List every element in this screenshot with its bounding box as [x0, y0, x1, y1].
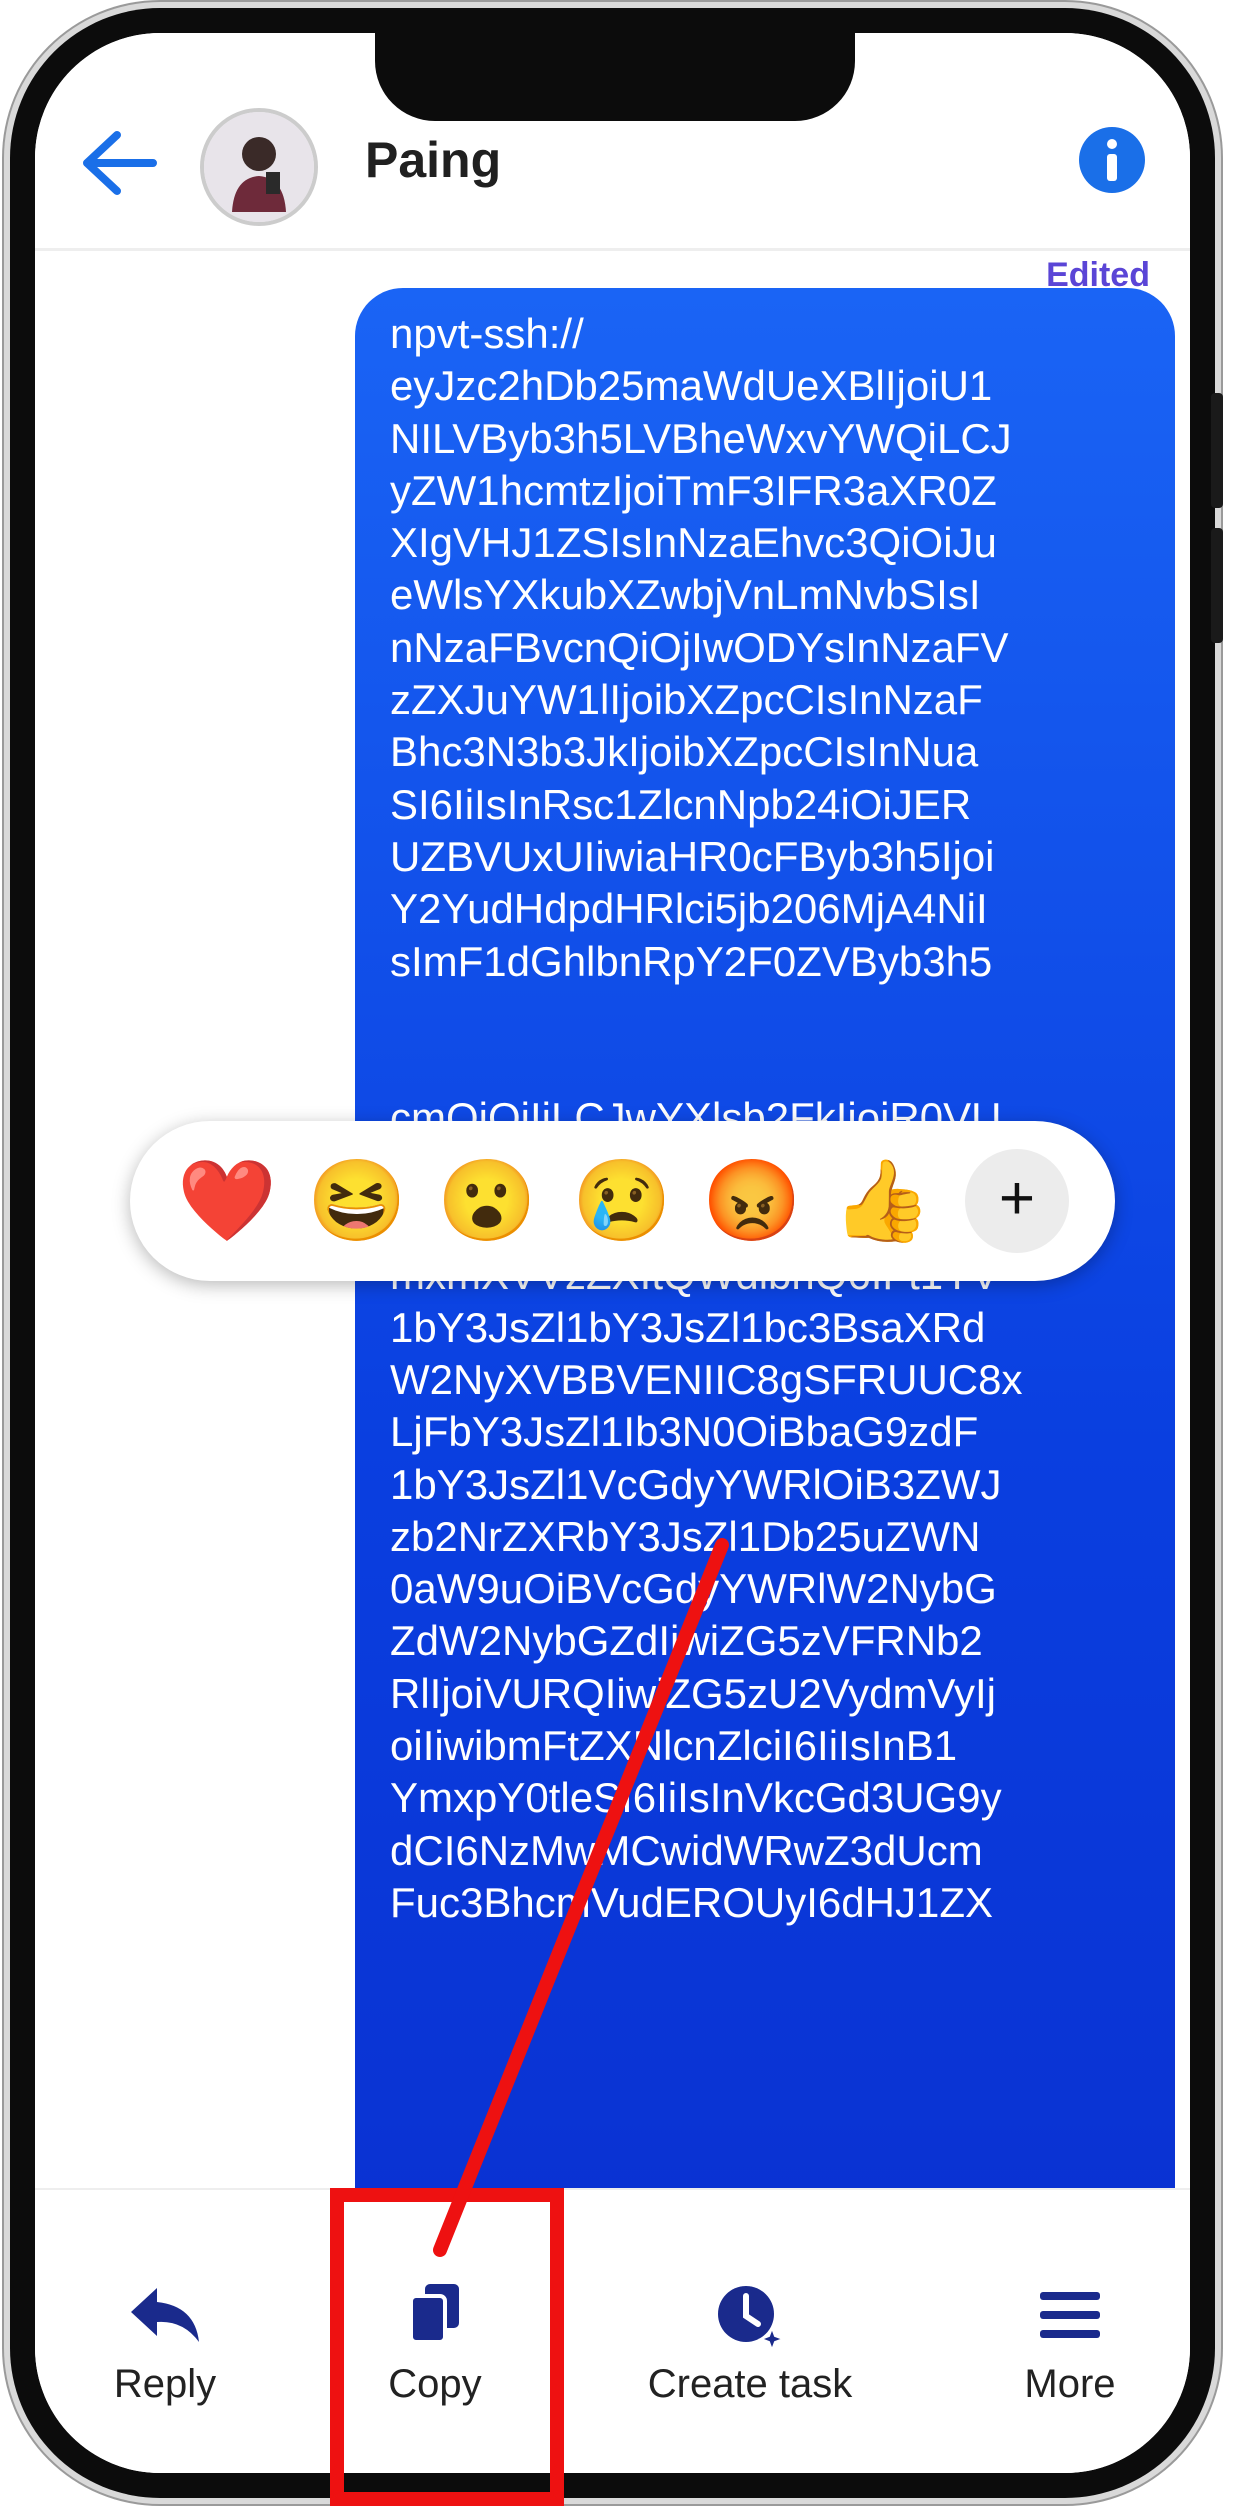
back-arrow-icon[interactable] — [75, 123, 165, 203]
avatar[interactable] — [200, 108, 318, 226]
laughing-emoji[interactable]: 😆 — [305, 1149, 409, 1253]
surprised-emoji[interactable]: 😮 — [435, 1149, 539, 1253]
menu-icon — [1040, 2292, 1100, 2338]
reaction-bar: ❤️ 😆 😮 😢 😡 👍 + — [130, 1121, 1115, 1281]
phone-screen: Paing Edited npvt-ssh:// eyJzc2hDb25maWd… — [35, 33, 1190, 2473]
phone-frame: Paing Edited npvt-ssh:// eyJzc2hDb25maWd… — [10, 8, 1223, 2498]
create-task-icon — [718, 2286, 786, 2350]
create-task-label: Create task — [647, 2362, 853, 2406]
notch — [375, 33, 855, 121]
message-action-toolbar: Reply Copy Create task More — [35, 2188, 1190, 2473]
info-icon[interactable] — [1077, 125, 1147, 195]
reply-label: Reply — [113, 2362, 217, 2406]
more-label: More — [1024, 2362, 1116, 2406]
create-task-button[interactable]: Create task — [625, 2280, 875, 2407]
add-reaction-button[interactable]: + — [965, 1149, 1069, 1253]
more-button[interactable]: More — [995, 2280, 1145, 2407]
angry-emoji[interactable]: 😡 — [700, 1149, 804, 1253]
volume-button — [1211, 393, 1223, 508]
contact-name[interactable]: Paing — [365, 131, 501, 189]
power-button — [1211, 528, 1223, 643]
sad-emoji[interactable]: 😢 — [570, 1149, 674, 1253]
reply-icon — [131, 2288, 199, 2342]
reply-button[interactable]: Reply — [90, 2280, 240, 2407]
copy-highlight-box — [330, 2188, 564, 2506]
heart-emoji[interactable]: ❤️ — [175, 1149, 279, 1253]
thumbs-up-emoji[interactable]: 👍 — [830, 1149, 934, 1253]
message-text: npvt-ssh:// eyJzc2hDb25maWdUeXBlIjoiU1 N… — [390, 310, 1023, 1926]
